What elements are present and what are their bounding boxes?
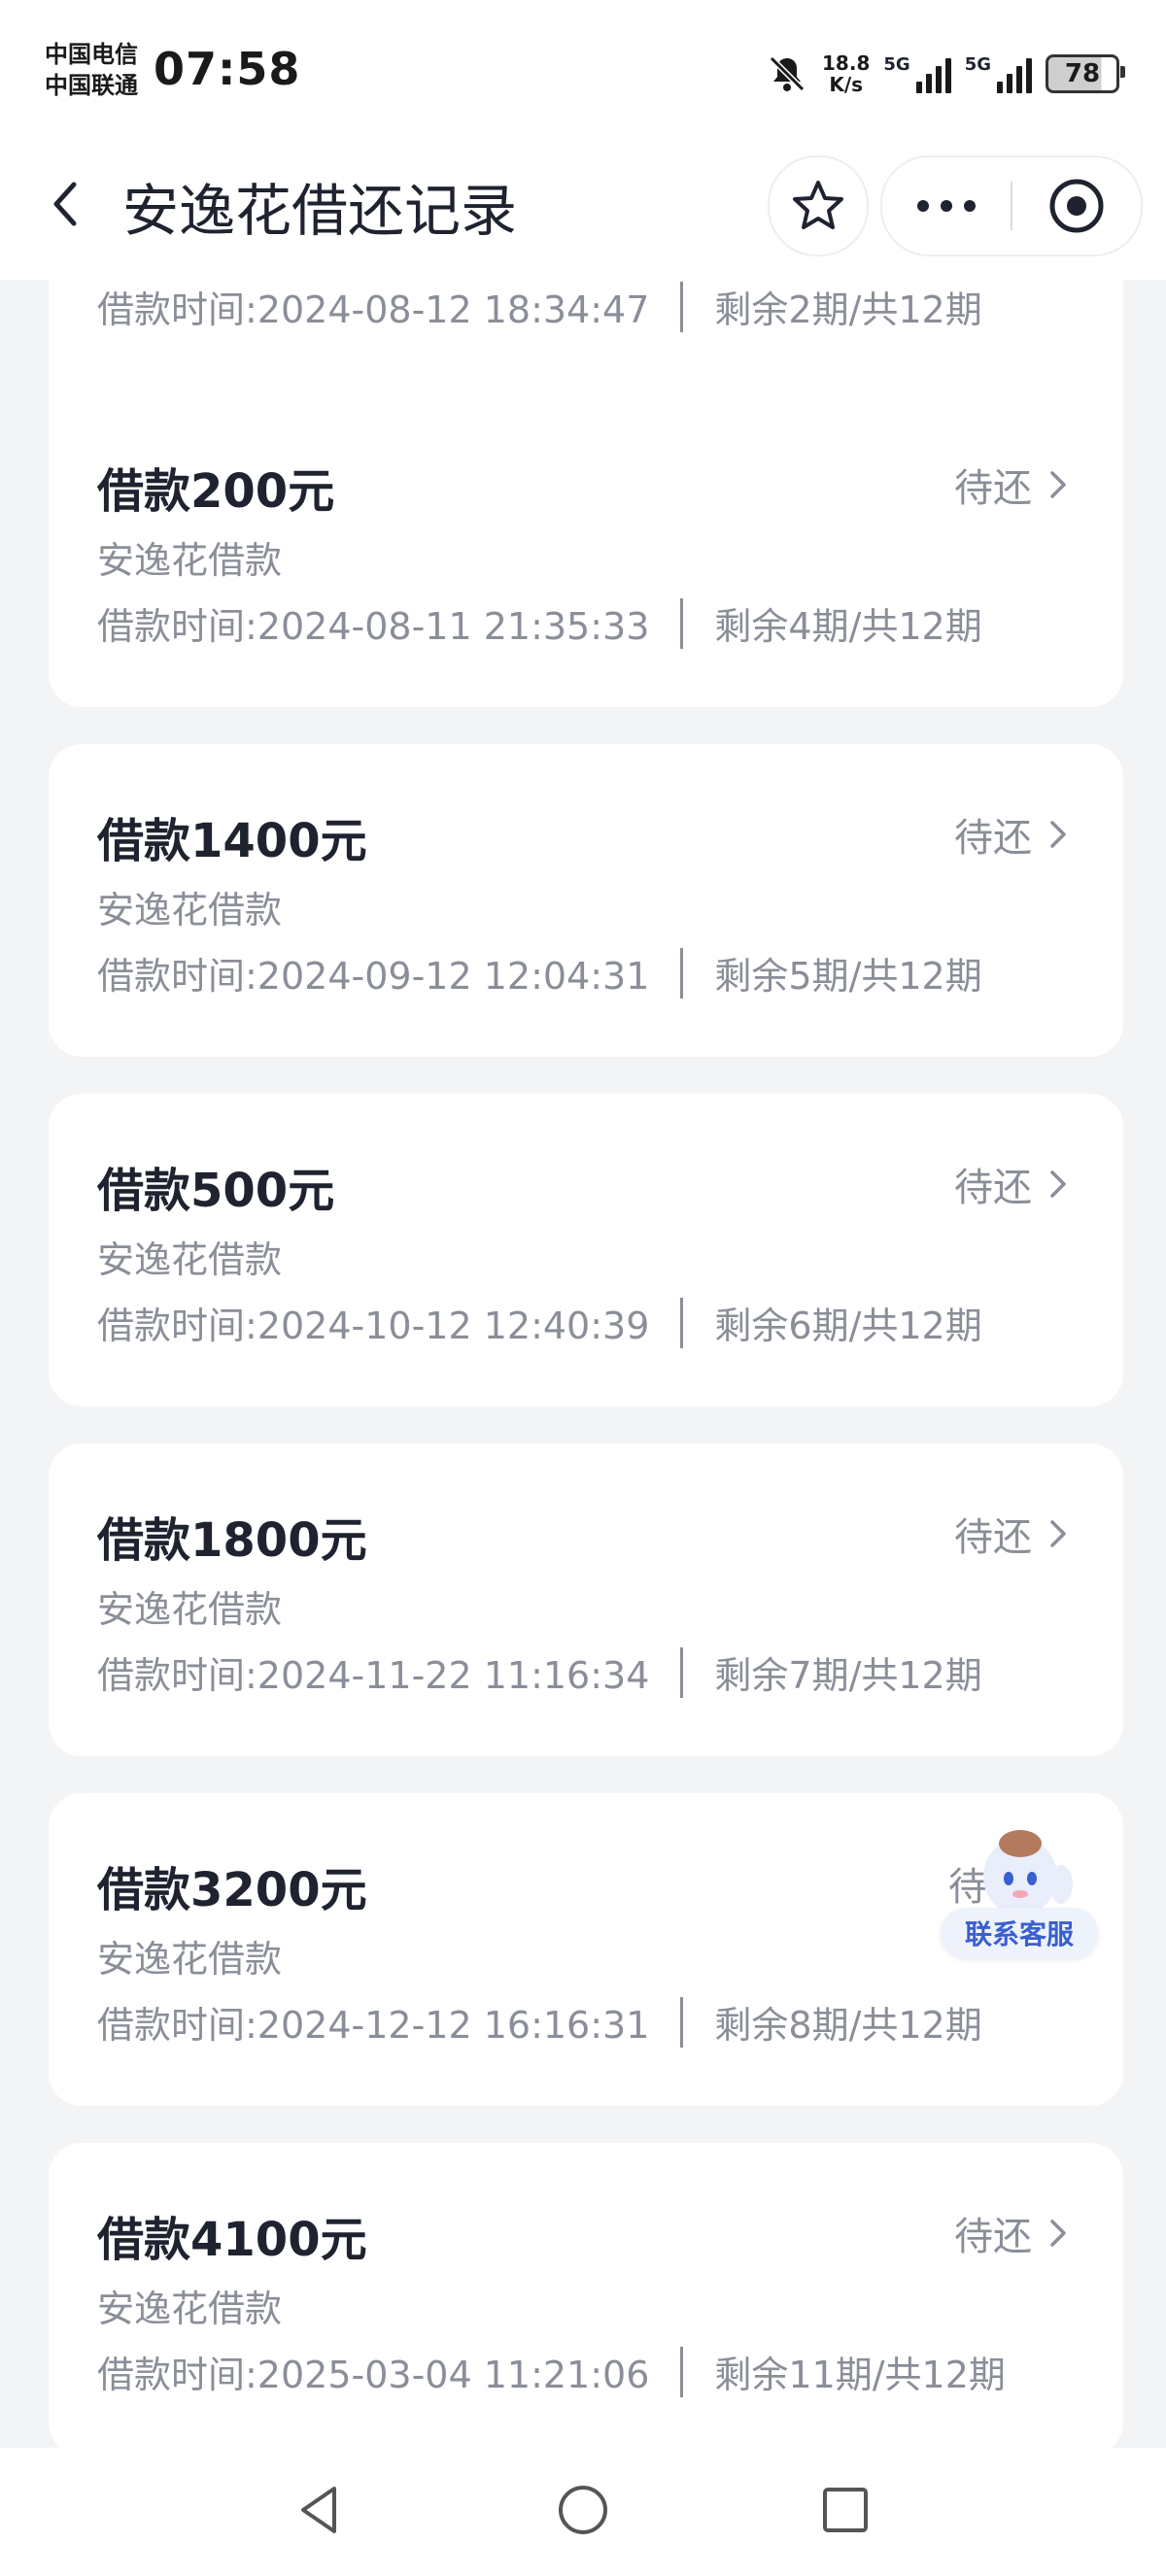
loan-meta: 借款时间:2024-09-12 12:04:31 剩余5期/共12期 [97, 946, 982, 1000]
loan-amount: 借款3200元 [97, 1863, 367, 1917]
meta-divider [680, 1297, 684, 1348]
loan-product: 安逸花借款 [97, 889, 283, 932]
more-button[interactable] [882, 157, 1011, 254]
loan-term: 剩余8期/共12期 [714, 2004, 982, 2047]
loan-record-list: 借款时间:2024-08-12 18:34:47 剩余2期/共12期 借款200… [0, 280, 1166, 2448]
favorite-button[interactable] [768, 155, 869, 256]
loan-time: 借款时间:2024-10-12 12:40:39 [97, 1305, 650, 1347]
battery-icon: 78 [1046, 54, 1125, 93]
network-speed: 18.8 K/s [822, 51, 871, 96]
circle-home-icon [559, 2486, 607, 2534]
target-icon [1049, 179, 1104, 233]
triangle-back-icon [301, 2487, 336, 2533]
page-title: 安逸花借还记录 [122, 178, 518, 244]
loan-amount: 借款1800元 [97, 1513, 367, 1568]
status-label: 待还 [954, 2215, 1032, 2259]
battery-level: 78 [1064, 59, 1101, 88]
loan-status[interactable]: 待还 [954, 1506, 1069, 1562]
loan-card[interactable]: 借款200元 安逸花借款 借款时间:2024-08-11 21:35:33 剩余… [49, 394, 1123, 707]
loan-status[interactable]: 待还 [954, 457, 1069, 513]
loan-product: 安逸花借款 [97, 1238, 283, 1281]
loan-amount: 借款1400元 [97, 814, 367, 868]
loan-time: 借款时间:2024-08-12 18:34:47 [97, 288, 650, 331]
loan-card[interactable]: 借款1800元 安逸花借款 借款时间:2024-11-22 11:16:34 剩… [49, 1443, 1123, 1756]
chevron-right-icon [1050, 471, 1066, 498]
star-icon [793, 181, 843, 229]
clock: 07:58 [154, 43, 301, 95]
loan-status[interactable]: 待还 [954, 806, 1069, 863]
chevron-right-icon [1050, 821, 1066, 848]
meta-divider [680, 1996, 684, 2048]
loan-product: 安逸花借款 [97, 1938, 283, 1981]
mute-bell-icon [769, 55, 806, 92]
loan-time: 借款时间:2024-12-12 16:16:31 [97, 2004, 650, 2047]
carrier-labels: 中国电信 中国联通 [45, 39, 138, 101]
customer-service-button[interactable]: 联系客服 [941, 1809, 1098, 1964]
loan-card[interactable]: 借款4100元 安逸花借款 借款时间:2025-03-04 11:21:06 剩… [49, 2143, 1123, 2448]
carrier-2: 中国联通 [45, 72, 138, 99]
meta-divider [680, 281, 684, 332]
status-label: 待还 [954, 1166, 1032, 1210]
meta-divider [680, 1646, 684, 1698]
loan-meta: 借款时间:2024-12-12 16:16:31 剩余8期/共12期 [97, 1995, 982, 2049]
loan-status[interactable]: 待还 [954, 2205, 1069, 2261]
loan-amount: 借款4100元 [97, 2213, 367, 2267]
loan-term: 剩余5期/共12期 [714, 955, 982, 998]
chevron-right-icon [1050, 2220, 1066, 2247]
more-dot-icon [964, 200, 976, 212]
loan-card[interactable]: 借款500元 安逸花借款 借款时间:2024-10-12 12:40:39 剩余… [49, 1094, 1123, 1407]
loan-meta: 借款时间:2025-03-04 11:21:06 剩余11期/共12期 [97, 2345, 1006, 2398]
loan-card[interactable]: 借款1400元 安逸花借款 借款时间:2024-09-12 12:04:31 剩… [49, 744, 1123, 1057]
loan-meta: 借款时间:2024-08-11 21:35:33 剩余4期/共12期 [97, 596, 982, 650]
loan-status[interactable]: 待还 [954, 1156, 1069, 1212]
miniapp-capsule [880, 155, 1143, 256]
loan-term: 剩余4期/共12期 [714, 605, 982, 648]
chevron-left-icon [53, 182, 77, 226]
more-dot-icon [917, 200, 929, 212]
loan-meta: 借款时间:2024-08-12 18:34:47 剩余2期/共12期 [97, 280, 982, 333]
chevron-right-icon [1050, 1520, 1066, 1547]
customer-service-label: 联系客服 [941, 1908, 1098, 1958]
status-bar: 中国电信 中国联通 07:58 18.8 K/s 5G 5G 78 [0, 0, 1166, 136]
meta-divider [680, 947, 684, 999]
loan-time: 借款时间:2024-08-11 21:35:33 [97, 605, 650, 648]
nav-back-button[interactable] [292, 2481, 350, 2543]
loan-time: 借款时间:2024-11-22 11:16:34 [97, 1654, 650, 1697]
status-icons: 18.8 K/s 5G 5G 78 [766, 45, 1125, 103]
loan-product: 安逸花借款 [97, 2288, 283, 2330]
chevron-right-icon [1050, 1170, 1066, 1198]
loan-meta: 借款时间:2024-11-22 11:16:34 剩余7期/共12期 [97, 1645, 982, 1699]
back-button[interactable] [39, 175, 97, 233]
square-recents-icon [823, 2488, 868, 2532]
carrier-1: 中国电信 [45, 41, 138, 68]
status-label: 待还 [954, 466, 1032, 511]
loan-time: 借款时间:2024-09-12 12:04:31 [97, 955, 650, 998]
loan-term: 剩余6期/共12期 [714, 1305, 982, 1347]
nav-recents-button[interactable] [816, 2481, 874, 2543]
system-nav-bar [0, 2448, 1166, 2576]
meta-divider [680, 597, 684, 649]
loan-amount: 借款500元 [97, 1164, 335, 1218]
status-label: 待还 [954, 1515, 1032, 1560]
loan-term: 剩余7期/共12期 [714, 1654, 982, 1697]
status-label: 待还 [954, 816, 1032, 861]
nav-home-button[interactable] [554, 2481, 612, 2543]
loan-time: 借款时间:2025-03-04 11:21:06 [97, 2354, 650, 2396]
loan-term: 剩余2期/共12期 [714, 288, 982, 331]
close-miniapp-button[interactable] [1012, 176, 1141, 236]
loan-term: 剩余11期/共12期 [714, 2354, 1006, 2396]
more-dot-icon [941, 200, 952, 212]
loan-product: 安逸花借款 [97, 539, 283, 582]
loan-product: 安逸花借款 [97, 1588, 283, 1631]
meta-divider [680, 2346, 684, 2397]
signal-2-icon: 5G [965, 54, 1032, 93]
page-header: 安逸花借还记录 [0, 136, 1166, 280]
signal-1-icon: 5G [883, 54, 951, 93]
loan-amount: 借款200元 [97, 464, 335, 519]
loan-meta: 借款时间:2024-10-12 12:40:39 剩余6期/共12期 [97, 1296, 982, 1349]
